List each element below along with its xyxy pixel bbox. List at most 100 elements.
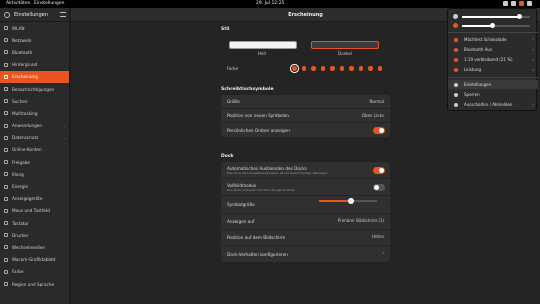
icon-size-slider-row: Symbolgröße [221, 196, 390, 214]
sidebar-item-label: Maus und Tastfeld [12, 208, 50, 214]
accent-color-swatch[interactable] [368, 66, 373, 71]
style-light-option[interactable] [229, 41, 297, 49]
accent-color-swatch[interactable] [377, 66, 382, 71]
sidebar-item-wlan[interactable]: WLAN [0, 22, 69, 34]
accent-color-swatch[interactable] [290, 64, 299, 73]
chevron-right-icon: › [532, 57, 534, 62]
privacy-icon [4, 135, 8, 140]
speaker-icon [4, 172, 8, 177]
toggle-knob [374, 185, 379, 190]
style-dark-option[interactable] [311, 41, 379, 49]
quick-settings-item[interactable]: 1:19 verbleibend (21 %) › [448, 55, 538, 64]
volume-slider[interactable] [462, 14, 530, 19]
color-icon [4, 269, 8, 274]
sidebar-item-bluetooth[interactable]: Bluetooth [0, 46, 69, 58]
sidebar-item-label: Energie [12, 184, 28, 190]
sidebar-item-erscheinung[interactable]: Erscheinung [0, 70, 69, 83]
quick-settings-action[interactable]: Sperren [448, 90, 538, 99]
chevron-right-icon: › [532, 37, 534, 42]
sidebar-item-maus-und-tastfeld[interactable]: Maus und Tastfeld [0, 205, 69, 217]
accent-color-swatch[interactable] [339, 66, 344, 71]
panel-mode-subtitle: Das Dock erstreckt sich über die ganze H… [227, 187, 296, 192]
panel-mode-toggle[interactable] [373, 184, 385, 191]
accent-color-swatch[interactable] [320, 66, 325, 71]
new-icons-position-label: Position von neuen Symbolen [227, 113, 289, 118]
auto-hide-row: Automatisches Ausblenden des Docks Das D… [221, 162, 390, 179]
slider-handle[interactable] [347, 197, 354, 204]
media-icon [4, 245, 8, 250]
sidebar-item-hintergrund[interactable]: Hintergrund [0, 59, 69, 71]
sidebar-item-suchen[interactable]: Suchen [0, 95, 69, 107]
sidebar-item-drucker[interactable]: Drucker [0, 229, 69, 241]
sidebar-item-klang[interactable]: Klang [0, 168, 69, 180]
quick-settings-item[interactable]: Leistung › [448, 65, 538, 74]
sidebar-item-netzwerk[interactable]: Netzwerk [0, 34, 69, 46]
apps-icon [4, 123, 8, 128]
accent-color-swatch[interactable] [311, 66, 316, 71]
dock-behavior-row[interactable]: Dock-Verhalten konfigurieren › [221, 246, 390, 262]
item-icon [454, 37, 458, 42]
sidebar-item-label: Bluetooth [12, 49, 33, 55]
hamburger-menu-icon[interactable] [60, 12, 66, 17]
sidebar-item-label: Online-Konten [12, 147, 42, 153]
screen-position-row[interactable]: Position auf dem Bildschirm Unten [221, 230, 390, 246]
sidebar-item-wacom-grafiktablett[interactable]: Wacom-Grafiktablett [0, 254, 69, 266]
quick-settings-item-label: Bluetooth Aus [464, 47, 493, 52]
sidebar-item-freigabe[interactable]: Freigabe [0, 156, 69, 168]
section-desktop-icons-title: Schreibtischsymbole [221, 87, 274, 92]
keyboard-icon [4, 221, 8, 226]
dock-icon-size-slider[interactable] [319, 197, 377, 204]
sidebar-item-anzeigegeräte[interactable]: Anzeigegeräte [0, 193, 69, 205]
slider-fill [462, 25, 493, 27]
app-menu[interactable]: Einstellungen [34, 1, 65, 6]
battery-icon [519, 1, 524, 6]
sidebar-item-region-und-sprache[interactable]: Region und Sprache [0, 278, 69, 290]
toggle-knob [379, 127, 384, 133]
sidebar-item-label: Region und Sprache [12, 281, 55, 287]
system-tray[interactable] [503, 1, 532, 6]
slider-handle[interactable] [516, 14, 522, 19]
sidebar-item-energie[interactable]: Energie [0, 180, 69, 192]
activities-button[interactable]: Aktivitäten [6, 1, 31, 6]
screen-position-value[interactable]: Unten [372, 234, 384, 239]
slider-handle[interactable] [489, 23, 495, 28]
quick-settings-item-label: 1:19 verbleibend (21 %) [464, 57, 513, 62]
sidebar-item-tastatur[interactable]: Tastatur [0, 217, 69, 229]
quick-settings-action-label: Sperren [464, 92, 480, 97]
sidebar-item-anwendungen[interactable]: Anwendungen › [0, 120, 69, 132]
auto-hide-toggle[interactable] [373, 167, 385, 174]
menu-separator [448, 77, 538, 78]
show-personal-folder-toggle[interactable] [373, 126, 385, 134]
accent-color-swatch[interactable] [330, 66, 335, 71]
chevron-right-icon: › [532, 102, 534, 107]
multitasking-icon [4, 111, 8, 116]
accent-color-swatch[interactable] [301, 66, 306, 71]
sidebar-item-wechselmedien[interactable]: Wechselmedien [0, 241, 69, 253]
quick-settings-action[interactable]: Einstellungen [448, 80, 538, 89]
sidebar-item-multitasking[interactable]: Multitasking [0, 107, 69, 119]
accent-color-swatch[interactable] [358, 66, 363, 71]
quick-settings-action[interactable]: Ausschalten / Abmelden › [448, 100, 538, 109]
sidebar-item-label: Tastatur [12, 220, 29, 226]
quick-settings-item[interactable]: Möchtest Schokolade › [448, 35, 538, 44]
sidebar-item-farbe[interactable]: Farbe [0, 266, 69, 278]
chevron-right-icon: › [63, 123, 65, 129]
item-icon [454, 67, 458, 72]
icon-size-row[interactable]: Größe Normal [221, 95, 390, 109]
mouse-icon [4, 208, 8, 213]
sidebar-item-benachrichtigungen[interactable]: Benachrichtigungen [0, 83, 69, 95]
new-icons-position-row[interactable]: Position von neuen Symbolen Oben Links [221, 109, 390, 123]
show-on-value[interactable]: Primärer Bildschirm (1) [338, 218, 384, 223]
icon-size-value[interactable]: Normal [370, 99, 384, 104]
new-icons-position-value[interactable]: Oben Links [362, 113, 384, 118]
sidebar-item-online-konten[interactable]: Online-Konten [0, 144, 69, 156]
accent-color-swatch[interactable] [349, 66, 354, 71]
region-icon [4, 282, 8, 287]
brightness-slider[interactable] [462, 23, 530, 28]
sidebar-item-datenschutz[interactable]: Datenschutz › [0, 132, 69, 144]
search-icon[interactable] [4, 11, 10, 18]
clock[interactable]: 29. Jul 12:25 [256, 1, 284, 6]
sidebar-item-label: Klang [12, 171, 24, 177]
quick-settings-item[interactable]: Bluetooth Aus › [448, 45, 538, 54]
show-on-row[interactable]: Anzeigen auf Primärer Bildschirm (1) [221, 214, 390, 230]
